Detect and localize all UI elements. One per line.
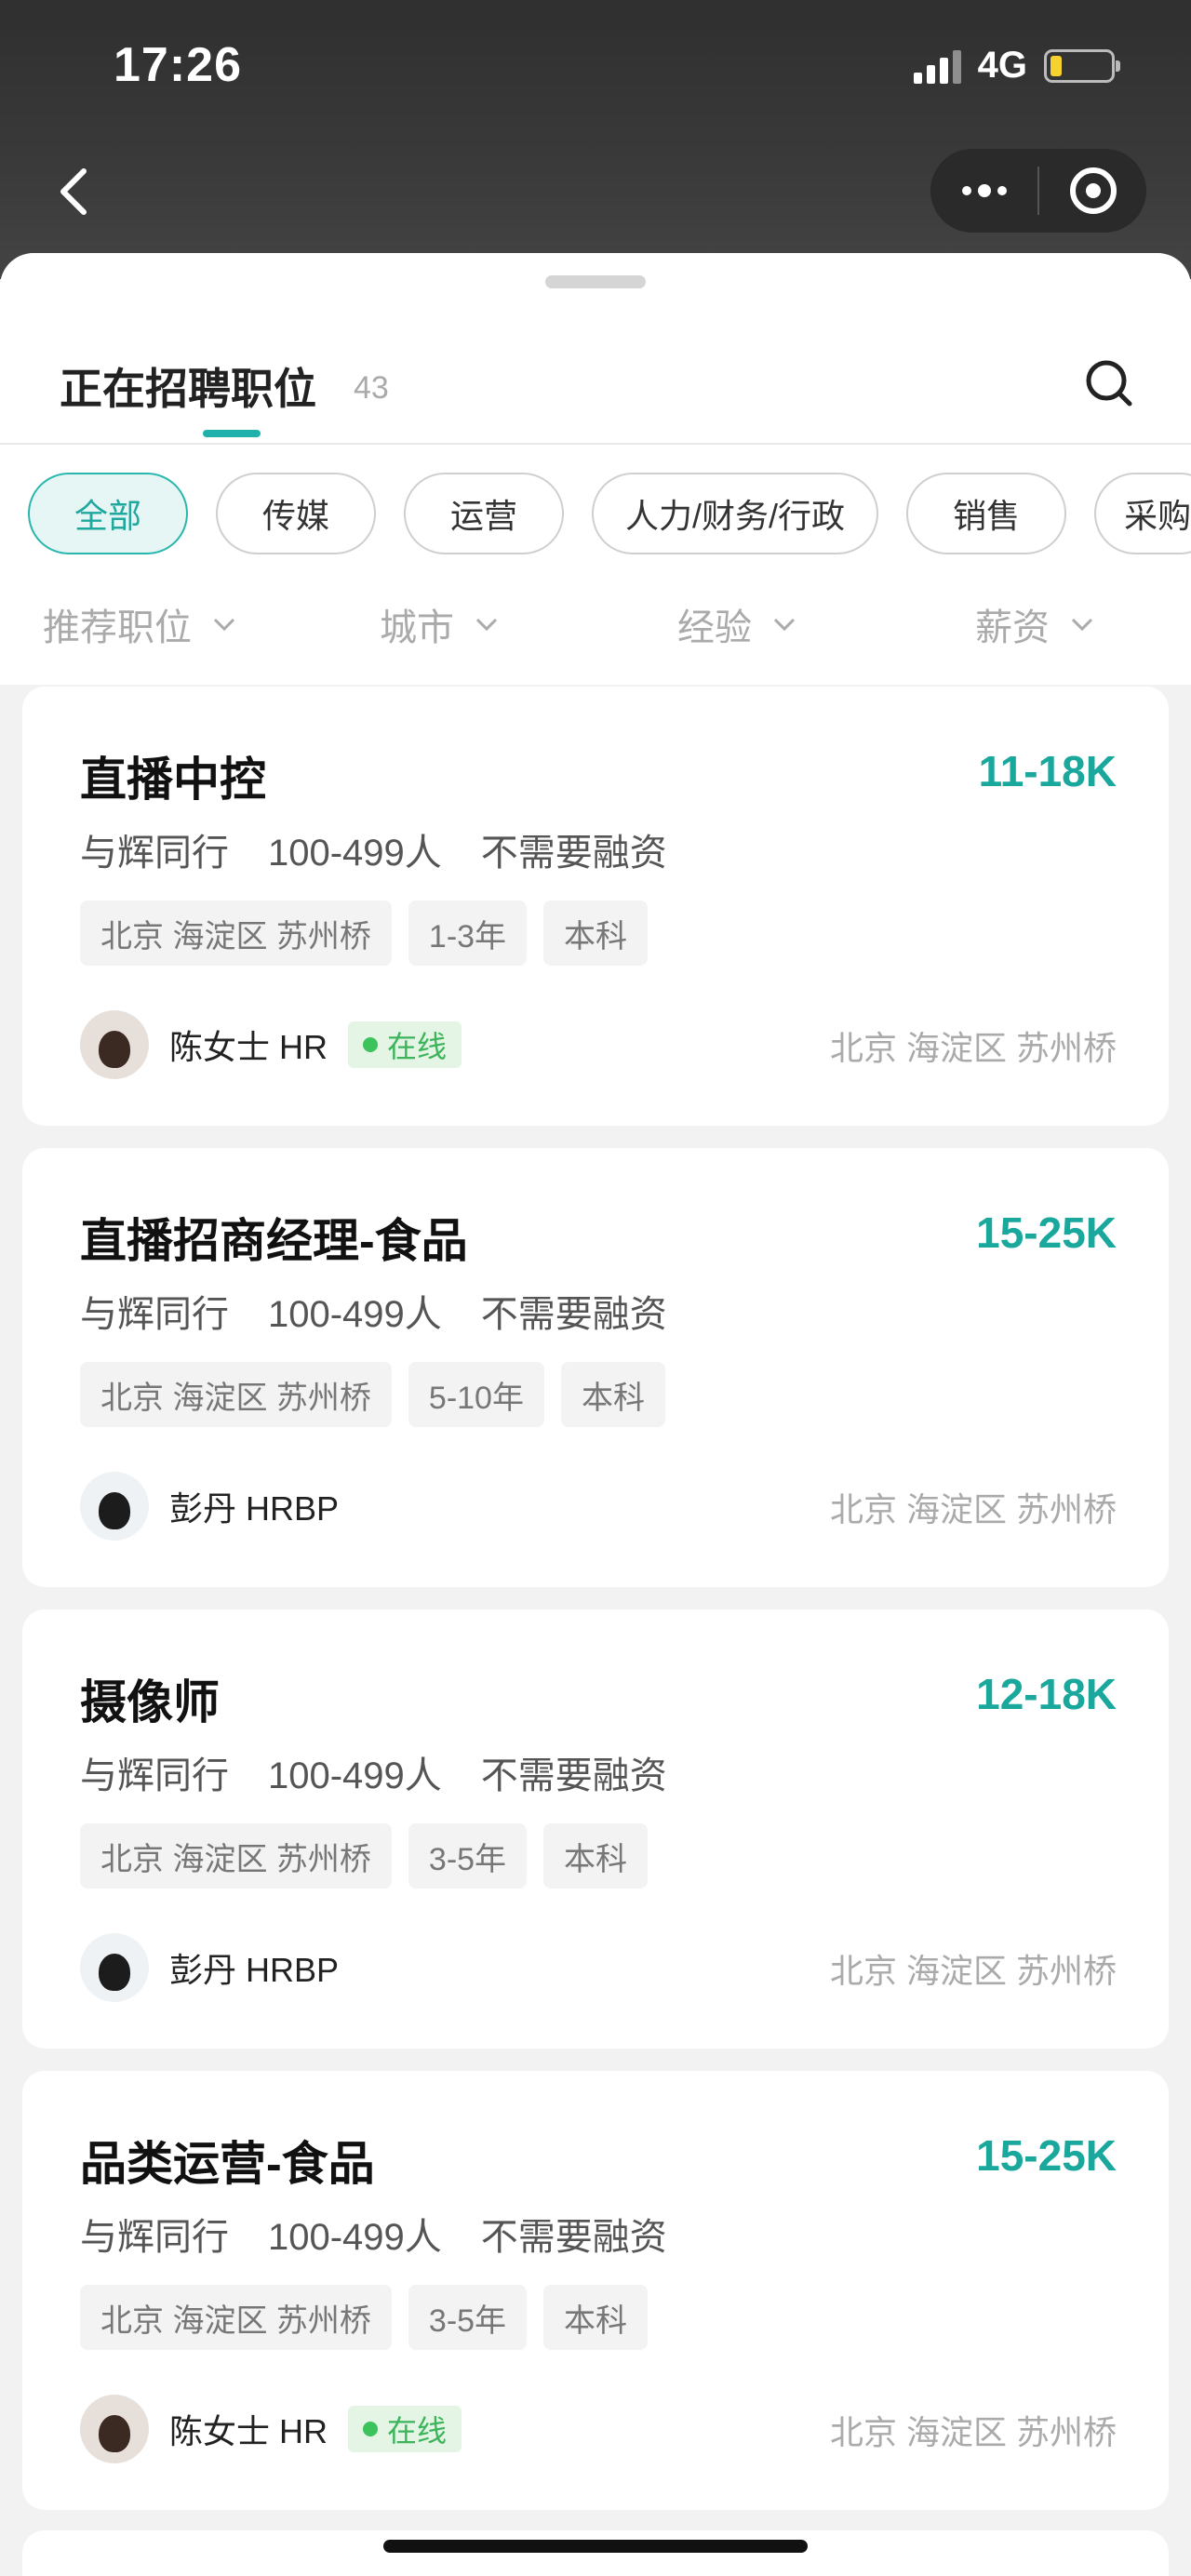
search-icon <box>1086 360 1132 407</box>
company-funding: 不需要融资 <box>480 2217 667 2258</box>
company-info: 与辉同行 100-499人 不需要融资 <box>80 1284 667 1338</box>
tag-location: 北京 海淀区 苏州桥 <box>80 1823 392 1889</box>
online-badge: 在线 <box>348 1021 462 1068</box>
job-location: 北京 海淀区 苏州桥 <box>829 1952 1117 1990</box>
close-miniprogram-button[interactable] <box>1039 149 1146 233</box>
tag-experience: 3-5年 <box>408 1823 528 1889</box>
tag-location: 北京 海淀区 苏州桥 <box>80 901 392 966</box>
recruiter-name: 彭丹 HRBP <box>169 1951 340 1989</box>
job-title: 品类运营-食品 <box>80 2138 375 2190</box>
online-label: 在线 <box>387 1030 448 1063</box>
job-salary: 15-25K <box>976 2131 1117 2180</box>
next-job-card-peek[interactable] <box>22 2530 1169 2576</box>
company-size: 100-499人 <box>268 833 442 874</box>
job-salary: 15-25K <box>976 1208 1117 1257</box>
recruiter: 陈女士 HR 在线 <box>80 1010 462 1079</box>
company-name: 与辉同行 <box>80 2217 229 2258</box>
job-tags: 北京 海淀区 苏州桥 3-5年 本科 <box>80 1823 649 1889</box>
job-salary: 11-18K <box>978 747 1117 795</box>
status-time: 17:26 <box>114 38 242 92</box>
back-button[interactable] <box>52 164 97 220</box>
home-indicator[interactable] <box>383 2540 808 2553</box>
network-type: 4G <box>977 45 1027 86</box>
tag-location: 北京 海淀区 苏州桥 <box>80 2285 392 2350</box>
drag-handle[interactable] <box>545 275 646 288</box>
more-button[interactable] <box>930 149 1037 233</box>
job-card[interactable]: 直播招商经理-食品 15-25K 与辉同行 100-499人 不需要融资 北京 … <box>22 1148 1169 1587</box>
company-name: 与辉同行 <box>80 1294 229 1335</box>
tag-experience: 1-3年 <box>408 901 528 966</box>
job-card[interactable]: 品类运营-食品 15-25K 与辉同行 100-499人 不需要融资 北京 海淀… <box>22 2071 1169 2510</box>
job-card[interactable]: 摄像师 12-18K 与辉同行 100-499人 不需要融资 北京 海淀区 苏州… <box>22 1609 1169 2049</box>
status-indicators: 4G <box>913 45 1120 87</box>
recruiter-name: 陈女士 HR <box>169 2412 328 2450</box>
tag-education: 本科 <box>543 1823 649 1889</box>
chevron-left-icon <box>60 168 87 215</box>
company-name: 与辉同行 <box>80 1755 229 1796</box>
company-size: 100-499人 <box>268 1755 442 1796</box>
company-name: 与辉同行 <box>80 833 229 874</box>
recruiter-name: 彭丹 HRBP <box>169 1489 340 1528</box>
online-dot-icon <box>363 1037 378 1052</box>
job-location: 北京 海淀区 苏州桥 <box>829 2413 1117 2451</box>
job-title: 摄像师 <box>80 1676 220 1728</box>
tag-education: 本科 <box>543 901 649 966</box>
job-tags: 北京 海淀区 苏州桥 3-5年 本科 <box>80 2285 649 2350</box>
recruiter: 陈女士 HR 在线 <box>80 2395 462 2463</box>
company-size: 100-499人 <box>268 2217 442 2258</box>
online-dot-icon <box>363 2422 378 2436</box>
company-funding: 不需要融资 <box>480 1755 667 1796</box>
avatar <box>80 1472 149 1541</box>
more-dots-icon <box>961 184 1007 197</box>
signal-icon <box>913 48 961 84</box>
company-info: 与辉同行 100-499人 不需要融资 <box>80 2207 667 2261</box>
avatar <box>80 2395 149 2463</box>
job-location: 北京 海淀区 苏州桥 <box>829 1490 1117 1528</box>
job-location: 北京 海淀区 苏州桥 <box>829 1029 1117 1067</box>
avatar <box>80 1010 149 1079</box>
online-badge: 在线 <box>348 2406 462 2452</box>
company-info: 与辉同行 100-499人 不需要融资 <box>80 1745 667 1799</box>
avatar <box>80 1933 149 2002</box>
recruiter: 彭丹 HRBP <box>80 1933 339 2002</box>
tag-education: 本科 <box>560 1362 665 1427</box>
company-funding: 不需要融资 <box>480 1294 667 1335</box>
job-list: 直播中控 11-18K 与辉同行 100-499人 不需要融资 北京 海淀区 苏… <box>22 435 1169 2532</box>
target-icon <box>1069 167 1117 214</box>
recruiter-name: 陈女士 HR <box>169 1028 328 1066</box>
tag-education: 本科 <box>543 2285 649 2350</box>
job-count: 43 <box>354 370 389 406</box>
job-tags: 北京 海淀区 苏州桥 1-3年 本科 <box>80 901 649 966</box>
search-button[interactable] <box>1083 357 1135 409</box>
miniprogram-capsule <box>930 149 1146 233</box>
company-funding: 不需要融资 <box>480 833 667 874</box>
online-label: 在线 <box>387 2414 448 2448</box>
company-info: 与辉同行 100-499人 不需要融资 <box>80 822 667 876</box>
tag-location: 北京 海淀区 苏州桥 <box>80 1362 392 1427</box>
battery-icon <box>1044 48 1120 83</box>
tag-experience: 3-5年 <box>408 2285 528 2350</box>
job-card[interactable]: 直播中控 11-18K 与辉同行 100-499人 不需要融资 北京 海淀区 苏… <box>22 687 1169 1126</box>
tag-experience: 5-10年 <box>408 1362 544 1427</box>
job-tags: 北京 海淀区 苏州桥 5-10年 本科 <box>80 1362 665 1427</box>
job-title: 直播招商经理-食品 <box>80 1215 468 1267</box>
job-salary: 12-18K <box>976 1670 1117 1718</box>
company-size: 100-499人 <box>268 1294 442 1335</box>
job-title: 直播中控 <box>80 754 266 806</box>
page-title: 正在招聘职位 <box>60 365 316 413</box>
recruiter: 彭丹 HRBP <box>80 1472 339 1541</box>
